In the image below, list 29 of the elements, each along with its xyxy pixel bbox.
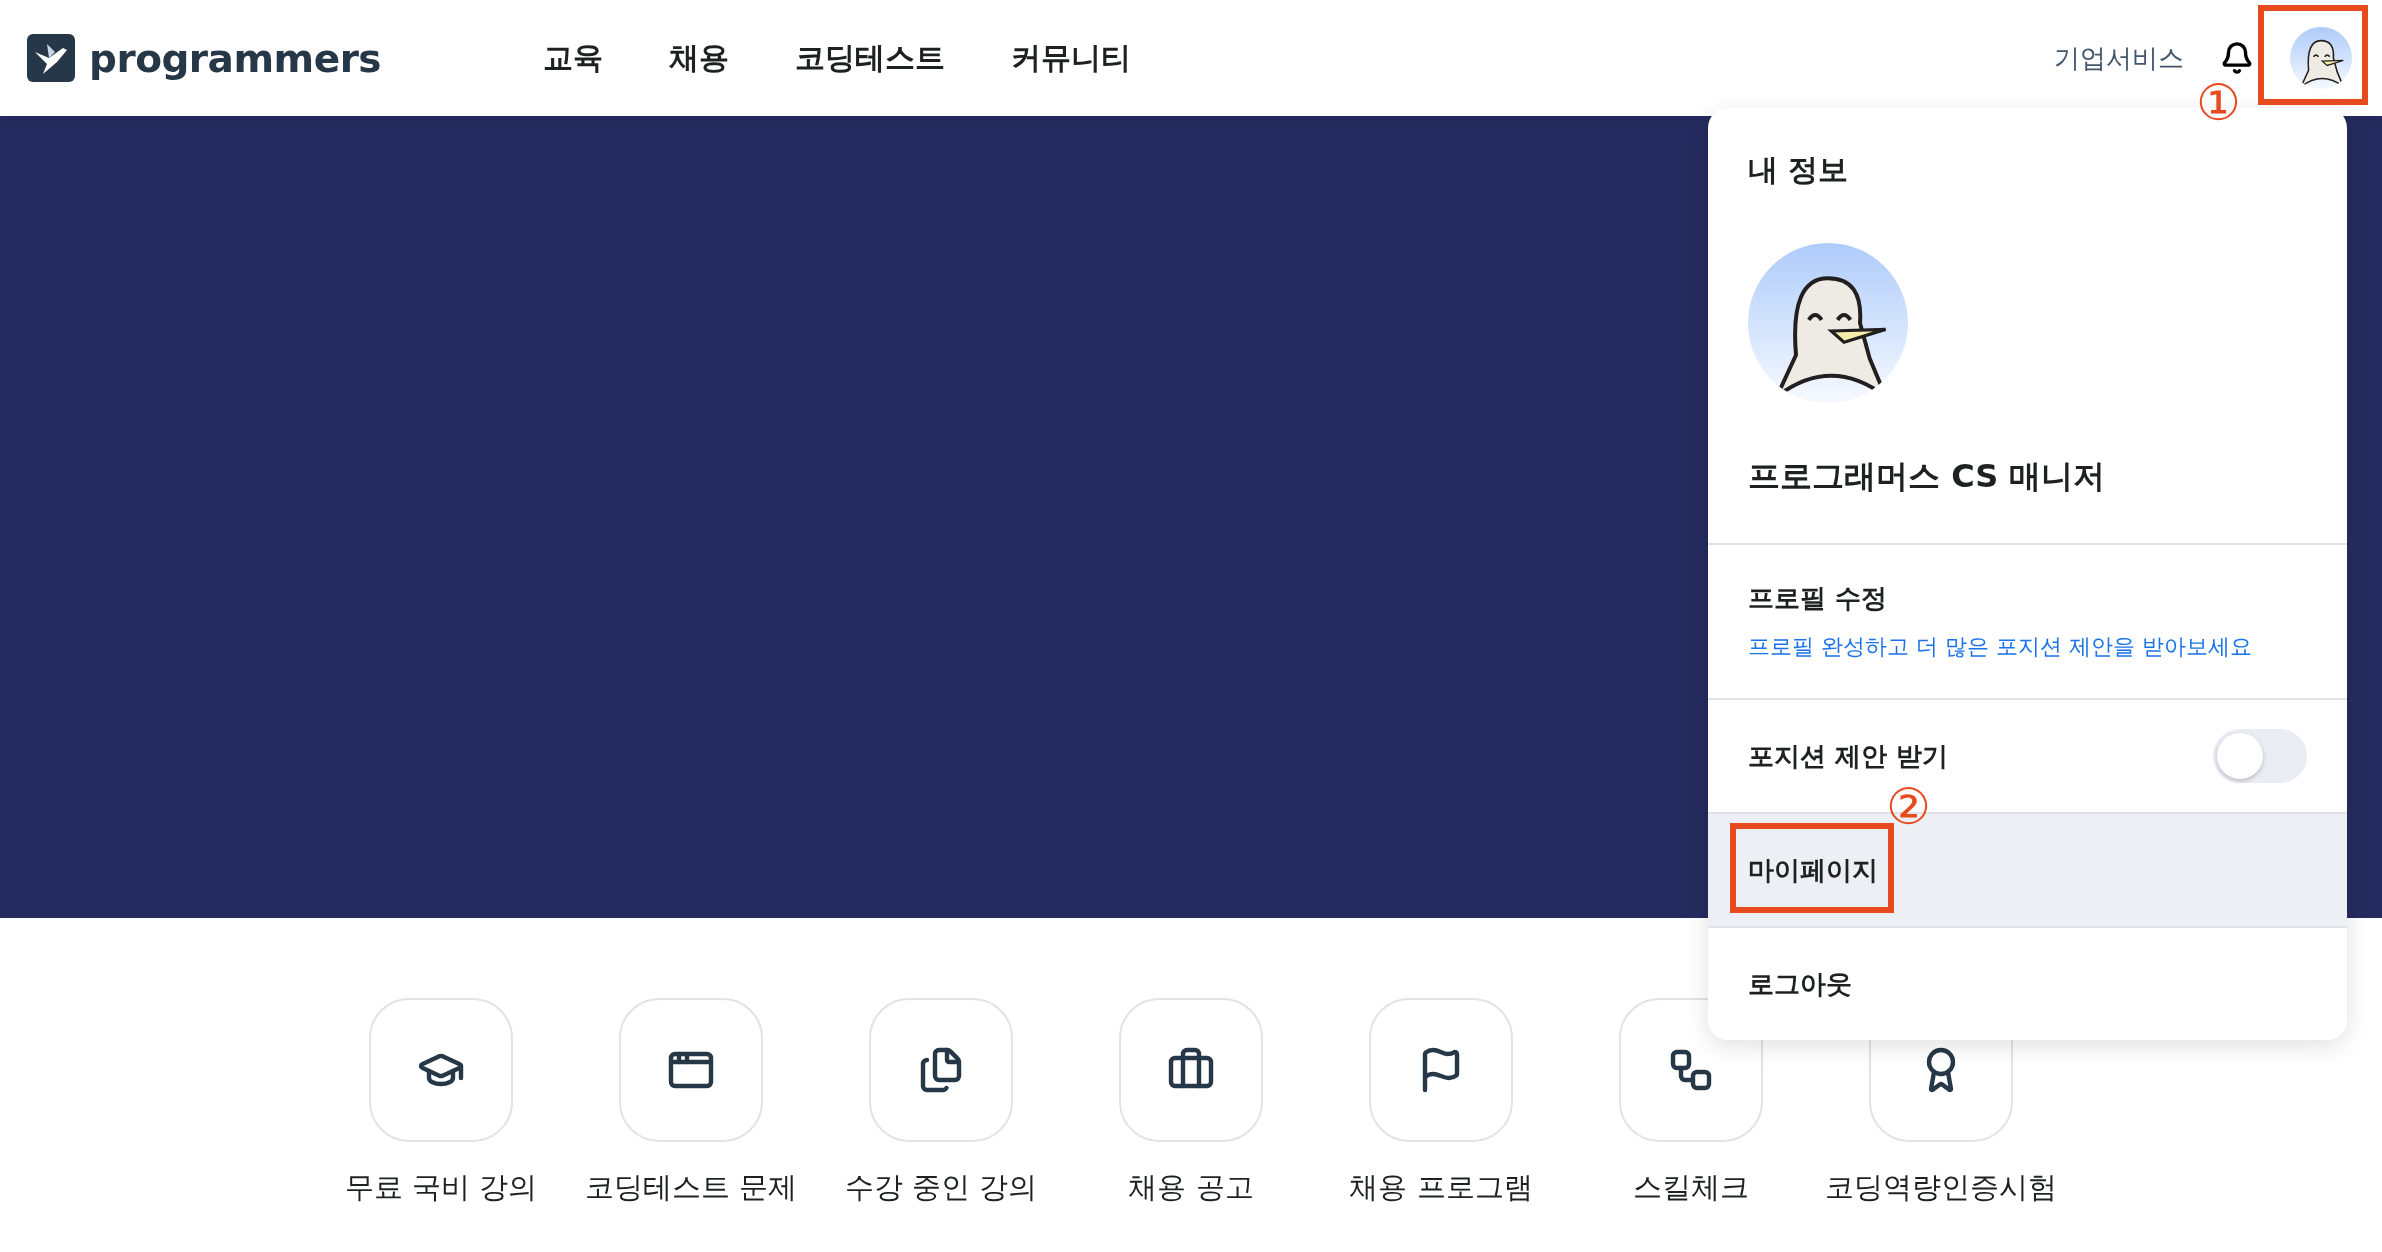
shortcut-label[interactable]: 코딩테스트 문제 (584, 1168, 798, 1208)
shortcut-label[interactable]: 스킬체크 (1633, 1168, 1749, 1208)
logo-icon (27, 34, 75, 82)
nav-link[interactable]: 교육 (543, 37, 603, 79)
menu-title: 내 정보 (1748, 151, 1850, 189)
toggle-switch[interactable] (2213, 729, 2307, 783)
shortcut-label[interactable]: 코딩역량인증시험 (1825, 1168, 2057, 1208)
profile-hint-link[interactable]: 프로필 완성하고 더 많은 포지션 제안을 받아보세요 (1748, 632, 2252, 662)
nav-link[interactable]: 코딩테스트 (795, 37, 945, 79)
annotation-number: ① (2196, 78, 2241, 128)
nav-link[interactable]: 커뮤니티 (1011, 37, 1131, 79)
menu-item-label: 프로필 수정 (1748, 582, 1889, 615)
logo-text[interactable]: programmers (89, 35, 382, 81)
shortcut-label[interactable]: 무료 국비 강의 (344, 1168, 538, 1208)
nav-link[interactable]: 채용 (669, 37, 729, 79)
shortcut-label[interactable]: 채용 프로그램 (1349, 1168, 1533, 1208)
business-link[interactable]: 기업서비스 (2054, 40, 2184, 76)
user-name: 프로그래머스 CS 매니저 (1748, 456, 2107, 497)
menu-item[interactable]: 로그아웃 (1708, 928, 2347, 1040)
shortcut-button[interactable] (369, 998, 513, 1142)
shortcut-button[interactable] (1369, 998, 1513, 1142)
menu-item[interactable]: 프로필 수정 프로필 완성하고 더 많은 포지션 제안을 받아보세요 (1708, 545, 2347, 700)
menu-item-label: 포지션 제안 받기 (1748, 739, 1949, 773)
shortcut-button[interactable] (619, 998, 763, 1142)
shortcut-button[interactable] (869, 998, 1013, 1142)
shortcut-button[interactable] (1119, 998, 1263, 1142)
shortcut-label[interactable]: 수강 중인 강의 (844, 1168, 1038, 1208)
shortcut-label[interactable]: 채용 공고 (1128, 1168, 1254, 1208)
bell-icon[interactable] (2220, 41, 2254, 75)
